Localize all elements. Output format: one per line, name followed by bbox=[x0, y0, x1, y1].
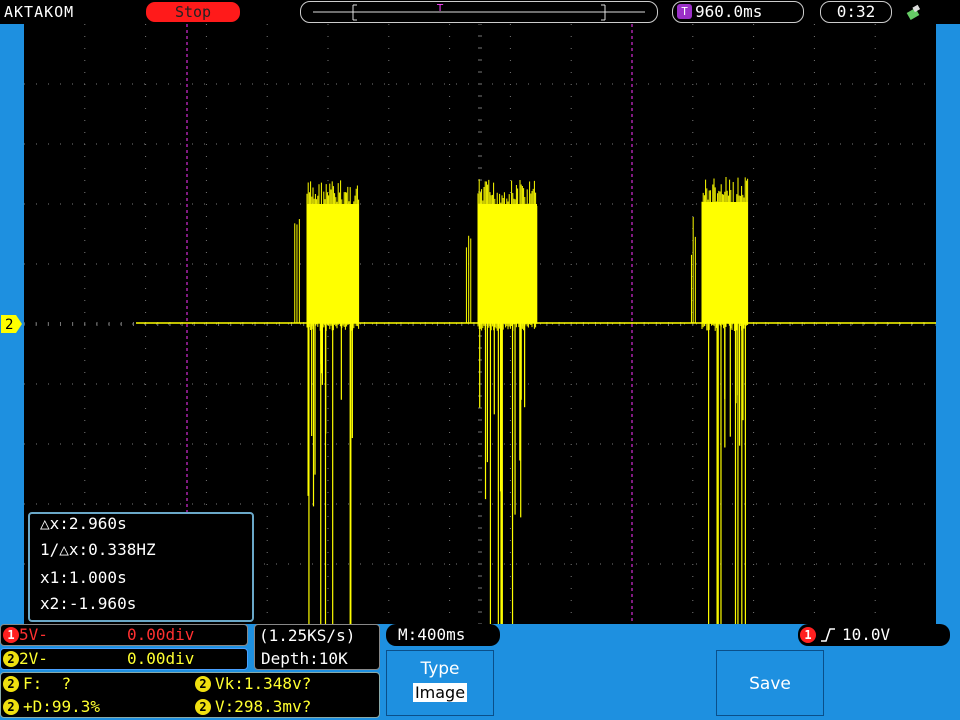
measure-channel-icon: 2 bbox=[3, 699, 19, 715]
signal-burst bbox=[690, 177, 749, 624]
top-status-bar: AKTAKOM Stop T T 960.0ms 0:32 bbox=[0, 0, 960, 24]
measure-vk: Vk:1.348v? bbox=[215, 674, 312, 693]
memory-timeline: T bbox=[300, 1, 658, 23]
trigger-time-value: 960.0ms bbox=[695, 2, 763, 21]
type-button[interactable]: Type Image bbox=[386, 650, 494, 716]
channel-1-scale: 5V- bbox=[19, 625, 48, 644]
cursor-x2: x2:-1.960s bbox=[40, 594, 137, 613]
channel-2-icon: 2 bbox=[3, 651, 19, 667]
clock-readout: 0:32 bbox=[820, 1, 892, 23]
signal-burst bbox=[465, 179, 538, 624]
channel-1-icon: 1 bbox=[3, 627, 19, 643]
brand-label: AKTAKOM bbox=[4, 3, 75, 21]
rising-edge-icon bbox=[821, 628, 835, 642]
acquisition-panel: (1.25KS/s) Depth:10K bbox=[254, 624, 380, 670]
sample-rate: (1.25KS/s) bbox=[259, 626, 356, 645]
svg-text:2: 2 bbox=[5, 317, 13, 333]
type-label: Type bbox=[420, 659, 460, 679]
cursor-measurement-box: △x:2.960s 1/△x:0.338HZ x1:1.000s x2:-1.9… bbox=[28, 512, 254, 622]
trigger-time-icon: T bbox=[677, 4, 692, 19]
run-stop-indicator[interactable]: Stop bbox=[146, 2, 240, 22]
cursor-delta-x: △x:2.960s bbox=[40, 514, 127, 533]
trigger-time-readout[interactable]: T 960.0ms bbox=[672, 1, 804, 23]
measure-channel-icon: 2 bbox=[195, 676, 211, 692]
channel-2-marker[interactable]: 2 bbox=[0, 314, 24, 334]
usb-icon bbox=[906, 4, 921, 20]
channel-1-panel[interactable]: 1 5V- 0.00div bbox=[0, 624, 248, 646]
channel-1-offset: 0.00div bbox=[127, 625, 195, 644]
channel-2-scale: 2V- bbox=[19, 649, 48, 668]
measure-duty: +D:99.3% bbox=[23, 697, 101, 716]
trigger-level: 10.0V bbox=[842, 625, 891, 644]
save-label: Save bbox=[749, 674, 791, 694]
signal-burst bbox=[294, 180, 360, 624]
horizontal-scale-value: M:400ms bbox=[398, 625, 466, 644]
timeline-icon: T bbox=[313, 3, 645, 21]
svg-text:T: T bbox=[436, 3, 444, 14]
channel-2-offset: 0.00div bbox=[127, 649, 195, 668]
cursor-inverse-delta: 1/△x:0.338HZ bbox=[40, 540, 156, 559]
measure-channel-icon: 2 bbox=[195, 699, 211, 715]
trigger-panel[interactable]: 1 10.0V bbox=[798, 624, 950, 646]
save-button[interactable]: Save bbox=[716, 650, 824, 716]
measure-frequency: F: ? bbox=[23, 674, 72, 693]
cursor-x1: x1:1.000s bbox=[40, 568, 127, 587]
measurement-panel: 2 F: ? 2 +D:99.3% 2 Vk:1.348v? 2 V:298.3… bbox=[0, 672, 380, 718]
memory-depth: Depth:10K bbox=[261, 649, 348, 668]
trigger-channel-icon: 1 bbox=[800, 627, 816, 643]
channel-2-panel[interactable]: 2 2V- 0.00div bbox=[0, 648, 248, 670]
measure-channel-icon: 2 bbox=[3, 676, 19, 692]
measure-voltage: V:298.3mv? bbox=[215, 697, 312, 716]
horizontal-scale[interactable]: M:400ms bbox=[386, 624, 500, 646]
type-value: Image bbox=[412, 683, 468, 702]
